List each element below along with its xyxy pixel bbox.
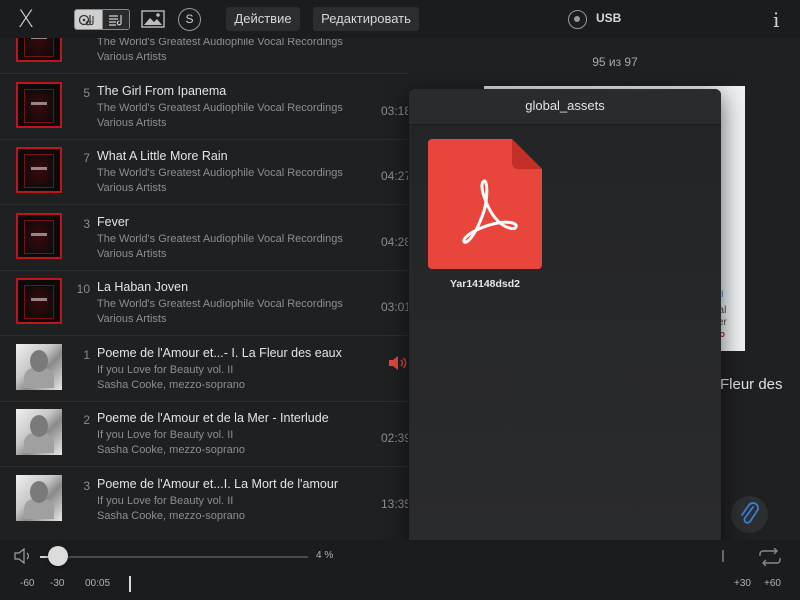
track-title: Fever [97,214,129,229]
album-cover [16,409,62,455]
track-duration: 04:28 [381,234,408,249]
artwork-view-icon[interactable] [141,9,165,29]
track-duration: 04:27 [381,169,408,183]
close-button[interactable]: X [14,6,38,32]
elapsed-time: 00:05 [85,578,111,589]
track-row[interactable]: 7 What A Little More Rain The World's Grea… [0,139,408,204]
volume-icon[interactable] [14,547,34,565]
track-title: The Girl From Ipanema [97,83,227,98]
pdf-file-tile[interactable] [428,139,542,269]
seek-forward-60-button[interactable]: +60 [764,578,781,589]
repeat-icon[interactable] [757,547,783,567]
track-row[interactable]: 5 The Girl From Ipanema The World's Greate… [0,74,408,139]
track-number: 7 [83,151,90,165]
track-album: If you Love for Beauty vol. II [97,429,234,441]
track-artist: Various Artists [97,247,167,260]
track-duration: 03:01 [381,300,408,314]
view-mode-toggle[interactable] [74,9,130,30]
track-title: La Haban Joven [97,280,189,294]
track-row[interactable]: 3 Fever The World's Greatest Audiophile Vo… [0,205,408,270]
seek-back-30-button[interactable]: -30 [50,578,64,589]
track-album: The World's Greatest Audiophile Vocal Re… [97,38,343,48]
track-artist: Various Artists [97,313,167,325]
next-icon[interactable] [720,548,726,564]
track-album: The World's Greatest Audiophile Vocal Re… [97,167,343,179]
track-artist: Various Artists [97,51,167,63]
track-artist: Sasha Cooke, mezzo-soprano [97,444,245,456]
track-row[interactable]: 3 Poeme de l'Amour et...I. La Mort de l'a… [0,467,408,532]
album-cover [16,81,62,128]
track-number: 3 [83,216,90,231]
paperclip-icon [741,502,759,524]
track-row[interactable]: The World's Greatest Audiophile Vocal Re… [0,38,408,73]
track-album: If you Love for Beauty vol. II [97,363,234,376]
track-album: The World's Greatest Audiophile Vocal Re… [97,232,343,245]
album-cover [16,343,62,390]
track-title: What A Little More Rain [97,149,228,163]
now-playing-speaker-icon [388,355,408,371]
track-row[interactable]: 2 Poeme de l'Amour et de la Mer - Interlu… [0,401,408,466]
playhead[interactable] [129,576,131,592]
top-toolbar: X S Действие Редактировать USB i [0,0,800,38]
source-label[interactable]: USB [596,11,621,25]
track-number: 1 [83,347,90,362]
volume-percent: 4 % [316,550,334,561]
popover-title: global_assets [525,98,605,113]
album-cover [16,212,62,259]
track-title: Poeme de l'Amour et...I. La Mort de l'am… [97,476,338,491]
track-album: If you Love for Beauty vol. II [97,494,234,507]
track-artist: Sasha Cooke, mezzo-soprano [97,378,245,391]
action-button[interactable]: Действие [226,7,300,31]
track-number: 2 [83,413,90,427]
file-name[interactable]: Yar14148dsd2 [409,278,561,290]
track-list[interactable]: The World's Greatest Audiophile Vocal Re… [0,38,408,540]
album-cover [16,278,62,324]
track-duration: 13:35 [381,496,408,511]
track-counter: 95 из 97 [592,55,638,69]
track-number: 3 [83,478,90,493]
attach-button[interactable] [731,496,768,533]
track-artist: Various Artists [97,182,167,194]
seek-forward-30-button[interactable]: +30 [734,578,751,589]
edit-button[interactable]: Редактировать [313,7,419,31]
track-album: The World's Greatest Audiophile Vocal Re… [97,101,343,114]
playback-bar: 4 % -60 -30 00:05 +30 +60 [0,540,800,600]
track-duration: 03:18 [381,103,408,118]
list-view-icon[interactable] [101,10,129,29]
track-artist: Sasha Cooke, mezzo-soprano [97,509,245,522]
track-title: Poeme de l'Amour et de la Mer - Interlud… [97,411,329,425]
volume-knob[interactable] [48,546,68,566]
usb-source-icon[interactable] [568,10,587,29]
info-button[interactable]: i [773,8,779,32]
track-number: 10 [76,282,90,296]
track-number: 5 [83,85,90,100]
track-title: Poeme de l'Amour et...- I. La Fleur des … [97,345,342,360]
player-screen: X S Действие Редактировать USB i The Wor… [0,0,800,600]
now-playing-title: Fleur des [720,376,783,393]
tracks-view-icon[interactable] [75,10,102,29]
file-browser-popover: global_assets Yar14148dsd2 [409,89,721,592]
track-duration: 02:39 [381,431,408,445]
track-artist: Various Artists [97,116,167,129]
popover-header: global_assets [409,89,721,125]
track-row[interactable]: 1 Poeme de l'Amour et...- I. La Fleur des… [0,336,408,401]
album-cover [16,474,62,521]
seek-back-60-button[interactable]: -60 [20,578,34,589]
pdf-icon [428,139,542,269]
album-cover [16,38,62,62]
track-album: The World's Greatest Audiophile Vocal Re… [97,298,343,310]
volume-slider[interactable] [40,556,308,558]
album-cover [16,147,62,193]
track-row[interactable]: 10 La Haban Joven The World's Greatest Aud… [0,270,408,335]
sort-button[interactable]: S [178,8,201,31]
